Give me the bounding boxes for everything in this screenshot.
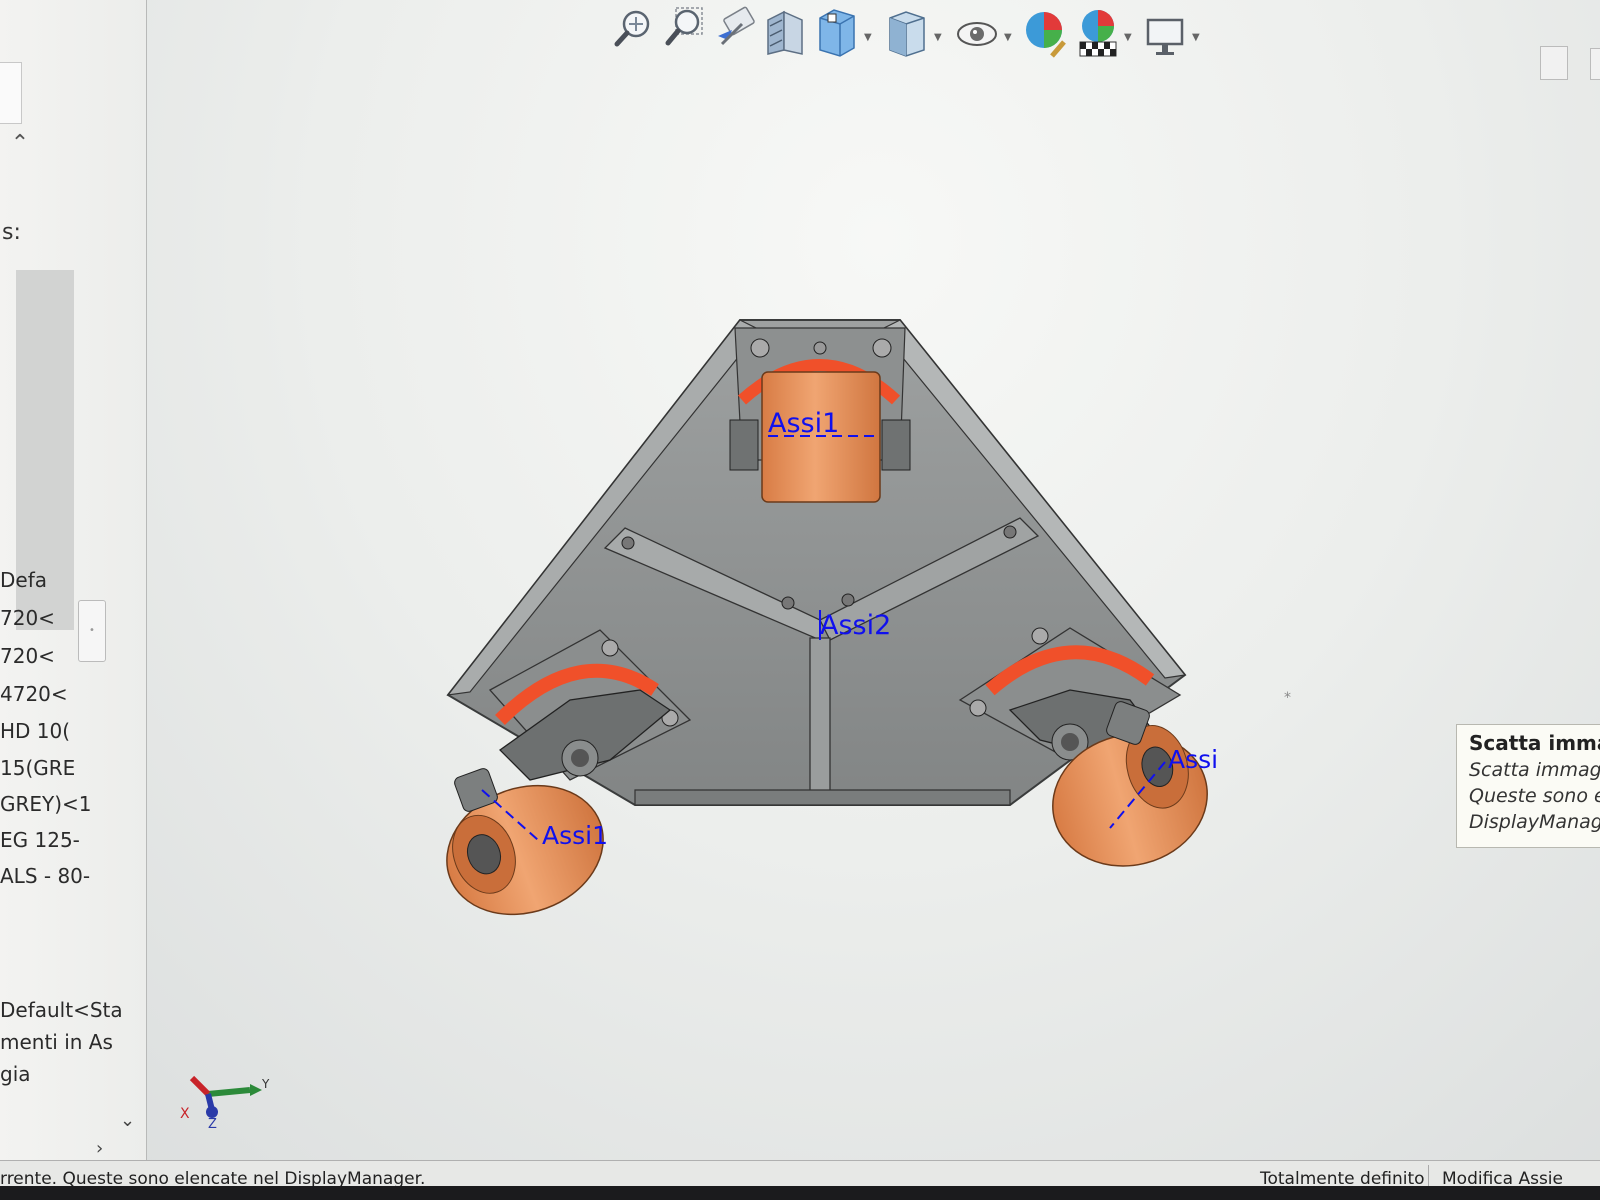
- tooltip-line: Scatta immag: [1469, 759, 1600, 781]
- task-pane-button[interactable]: [1590, 48, 1600, 80]
- chevron-down-icon[interactable]: ▼: [1124, 32, 1132, 43]
- panel-splitter-handle[interactable]: •: [78, 600, 106, 662]
- tooltip-title: Scatta imma: [1469, 731, 1600, 755]
- triad-z-label: Z: [208, 1117, 217, 1130]
- view-settings-icon[interactable]: [1142, 6, 1188, 62]
- zoom-area-icon[interactable]: [662, 6, 708, 62]
- monitor-bezel: [0, 1186, 1600, 1200]
- task-pane-button[interactable]: [1540, 46, 1568, 80]
- assembly-model[interactable]: Assi1 Assi2 Assi1 Assi: [430, 310, 1220, 920]
- tree-item[interactable]: Defa: [0, 568, 47, 592]
- section-view-icon[interactable]: [762, 6, 808, 62]
- chevron-down-icon[interactable]: ▼: [1192, 32, 1200, 43]
- axis-label-left[interactable]: Assi1: [542, 821, 608, 850]
- tree-item[interactable]: HD 10(: [0, 719, 70, 743]
- heads-up-view-toolbar: ▼ ▼ ▼ ▼ ▼: [612, 2, 1232, 68]
- axis-label-top[interactable]: Assi1: [768, 408, 839, 439]
- display-style-icon[interactable]: [884, 6, 930, 62]
- tooltip-line: DisplayManage: [1469, 811, 1600, 833]
- previous-view-icon[interactable]: [712, 6, 758, 62]
- view-orientation-icon[interactable]: [814, 6, 860, 62]
- tree-item[interactable]: EG 125-: [0, 828, 80, 852]
- chevron-down-icon[interactable]: ▼: [1004, 32, 1012, 43]
- chevron-down-icon[interactable]: ▼: [934, 32, 942, 43]
- hide-show-icon[interactable]: [954, 6, 1000, 62]
- origin-marker-icon: *: [1284, 690, 1291, 706]
- solidworks-window: ⌃ s: Defa 720< 720< 4720< HD 10( 15(GRE …: [0, 0, 1600, 1200]
- axis-label-right[interactable]: Assi1: [1168, 745, 1220, 774]
- apply-scene-icon[interactable]: [1074, 6, 1120, 62]
- zoom-to-fit-icon[interactable]: [612, 6, 658, 62]
- frame-rib-bottom: [809, 637, 831, 806]
- triad-x-label: X: [180, 1106, 190, 1122]
- tree-item[interactable]: 15(GRE: [0, 756, 75, 780]
- tree-item[interactable]: 4720<: [0, 682, 68, 706]
- orientation-triad-icon: Y X Z: [180, 1075, 270, 1130]
- tree-item[interactable]: Default<Sta: [0, 998, 123, 1022]
- frame-bottom-edge: [634, 789, 1011, 806]
- tooltip-line: Queste sono e: [1469, 785, 1600, 807]
- triad-y-label: Y: [261, 1077, 270, 1091]
- chevron-down-icon[interactable]: ▼: [864, 32, 872, 43]
- chevron-right-icon[interactable]: ›: [96, 1138, 103, 1159]
- tree-item[interactable]: gia: [0, 1062, 31, 1086]
- tree-item[interactable]: 720<: [0, 644, 55, 668]
- tree-item[interactable]: menti in As: [0, 1030, 113, 1054]
- chevron-down-icon[interactable]: ⌄: [120, 1110, 135, 1131]
- edit-appearance-icon[interactable]: [1022, 6, 1068, 62]
- tooltip: Scatta imma Scatta immag Queste sono e D…: [1456, 724, 1600, 848]
- tree-partial-label: s:: [2, 220, 21, 245]
- chevron-up-icon[interactable]: ⌃: [0, 133, 40, 155]
- tree-item[interactable]: 720<: [0, 606, 55, 630]
- tree-item[interactable]: ALS - 80-: [0, 864, 90, 888]
- feature-manager-tree: ⌃ s: Defa 720< 720< 4720< HD 10( 15(GRE …: [0, 0, 147, 1160]
- panel-collapse-tab[interactable]: [0, 62, 22, 124]
- tree-item[interactable]: GREY)<1: [0, 792, 92, 816]
- axis-label-center[interactable]: Assi2: [820, 610, 891, 641]
